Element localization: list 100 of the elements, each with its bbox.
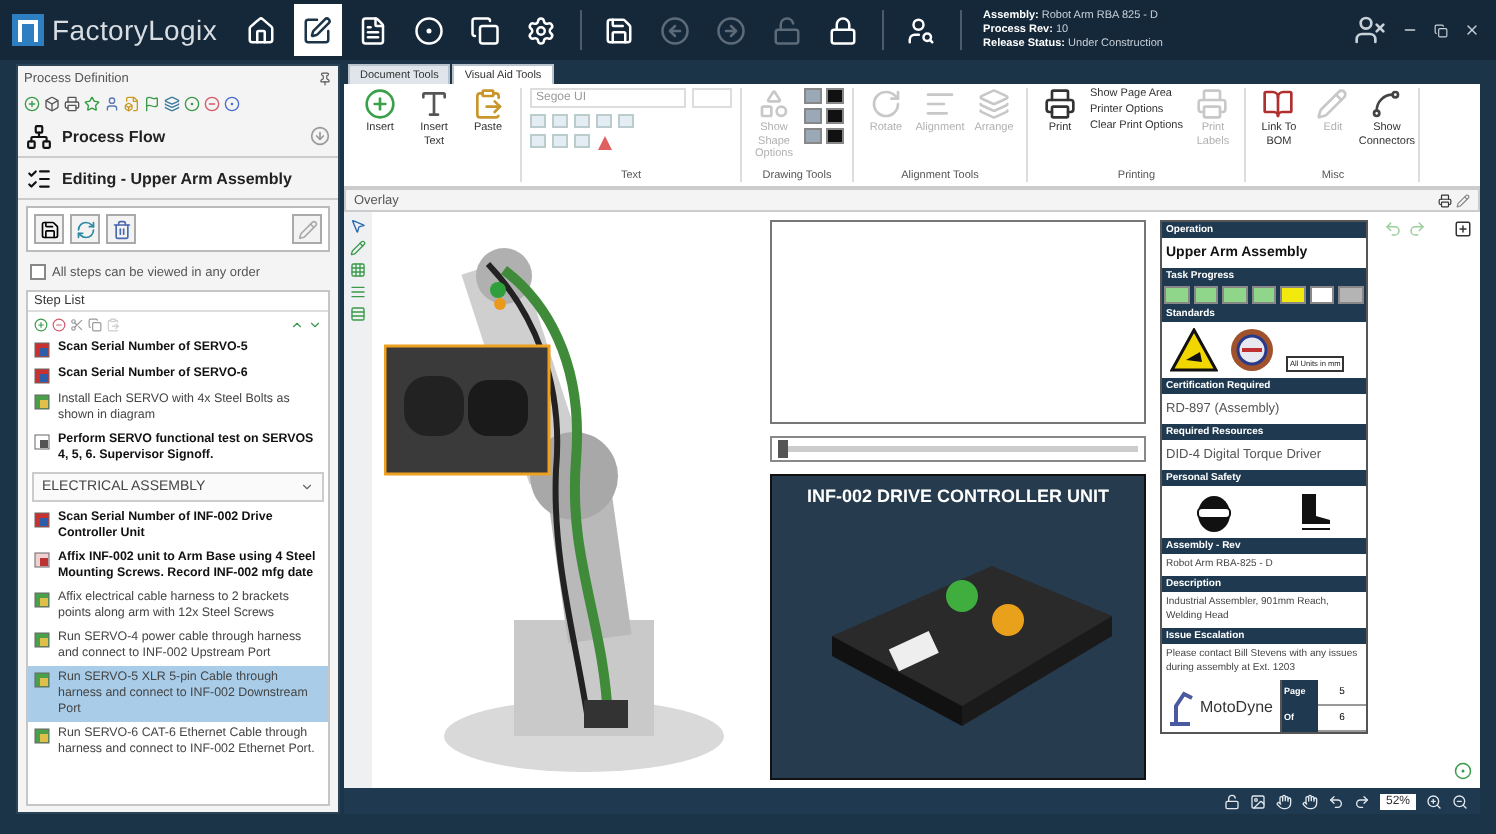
person-icon xyxy=(104,96,120,112)
font-color-icon[interactable] xyxy=(596,134,614,152)
boot-icon xyxy=(1296,492,1332,532)
pencil-icon xyxy=(350,240,366,256)
target-icon xyxy=(414,15,445,45)
restore-button[interactable] xyxy=(1430,23,1452,37)
printer-icon xyxy=(64,96,80,112)
circle-icon xyxy=(224,96,240,112)
copy-icon xyxy=(470,15,501,45)
chevron-down-icon xyxy=(300,480,314,494)
device-title: INF-002 DRIVE CONTROLLER UNIT xyxy=(804,484,1111,510)
redo-icon xyxy=(1408,220,1426,238)
unlock-icon xyxy=(1223,793,1240,809)
app-name: FactoryLogix xyxy=(52,14,218,46)
book-icon xyxy=(1262,88,1295,120)
printer-icon xyxy=(1044,88,1076,120)
section-title: Process Flow xyxy=(62,127,168,145)
note-icon xyxy=(34,434,50,450)
image-icon xyxy=(1249,793,1266,809)
refresh-icon xyxy=(75,219,95,239)
scissors-icon xyxy=(70,317,84,331)
style-swatch-icon[interactable] xyxy=(826,88,844,104)
printer-icon xyxy=(1438,193,1452,207)
text-icon xyxy=(418,88,450,120)
refresh-button[interactable] xyxy=(70,214,100,244)
plus-circle-icon xyxy=(34,317,48,331)
style-swatch-icon[interactable] xyxy=(826,108,844,124)
document-icon xyxy=(34,394,50,410)
label-icon xyxy=(34,552,50,568)
logo-text: MotoDyne xyxy=(1200,697,1273,715)
document-icon xyxy=(34,728,50,744)
redo-icon xyxy=(1353,793,1370,809)
media-slider[interactable] xyxy=(770,436,1146,462)
cube-icon xyxy=(44,96,60,112)
hand-icon xyxy=(1301,793,1318,809)
style-swatch-icon[interactable] xyxy=(804,108,822,124)
edit-icon xyxy=(302,15,333,45)
minus-circle-icon xyxy=(52,317,66,331)
close-icon xyxy=(1464,22,1480,38)
save-icon xyxy=(39,219,59,239)
grid-icon xyxy=(350,262,366,278)
clipboard-icon xyxy=(472,88,504,120)
document-icon xyxy=(358,15,389,45)
lines-icon xyxy=(350,284,366,300)
checkbox[interactable] xyxy=(30,264,46,280)
warning-icon xyxy=(1170,328,1218,372)
settings-icon xyxy=(526,15,557,45)
connector-icon xyxy=(1370,88,1403,120)
paste-icon xyxy=(106,317,120,331)
plus-circle-icon xyxy=(24,96,40,112)
layers-icon xyxy=(164,96,180,112)
style-swatch-icon[interactable] xyxy=(826,128,844,144)
edit-button[interactable] xyxy=(292,214,322,244)
undo-icon xyxy=(1384,220,1402,238)
pencil-icon xyxy=(1456,193,1470,207)
pencil-icon xyxy=(297,219,317,239)
restore-icon xyxy=(1434,23,1448,37)
hierarchy-icon xyxy=(26,123,52,149)
up-icon xyxy=(290,317,304,331)
user-button[interactable] xyxy=(1350,14,1390,46)
user-icon xyxy=(1354,14,1386,46)
hand-icon xyxy=(1275,793,1292,809)
unlock-icon xyxy=(772,15,803,45)
square-icon xyxy=(34,342,50,358)
target-icon xyxy=(1454,762,1472,780)
toolbar-button[interactable] xyxy=(293,4,342,56)
seal-icon xyxy=(1230,328,1274,372)
save-icon xyxy=(604,15,635,45)
lock-icon xyxy=(828,15,859,45)
logo-icon xyxy=(12,14,44,46)
circle-icon xyxy=(184,96,200,112)
home-icon xyxy=(246,15,277,45)
section-title: Editing - Upper Arm Assembly xyxy=(62,169,294,187)
save-button[interactable] xyxy=(34,214,64,244)
style-swatch-icon[interactable] xyxy=(804,88,822,104)
trash-icon xyxy=(111,219,131,239)
back-icon xyxy=(660,15,691,45)
undo-icon xyxy=(1327,793,1344,809)
square-icon xyxy=(34,368,50,384)
down-icon xyxy=(308,317,322,331)
document-icon xyxy=(34,632,50,648)
copy-icon xyxy=(88,317,102,331)
robot-arm-icon xyxy=(1164,686,1196,726)
star-icon xyxy=(84,96,100,112)
pin-icon xyxy=(318,72,332,86)
user-search-icon xyxy=(906,15,937,45)
zoom-in-icon xyxy=(1426,793,1442,809)
slider-thumb[interactable] xyxy=(778,440,788,458)
square-icon xyxy=(34,512,50,528)
rows-icon xyxy=(350,306,366,322)
forward-icon xyxy=(716,15,747,45)
zoom-out-icon xyxy=(1452,793,1468,809)
delete-button[interactable] xyxy=(106,214,136,244)
add-icon xyxy=(1454,220,1472,238)
document-icon xyxy=(34,592,50,608)
download-icon xyxy=(310,126,330,146)
size-field[interactable] xyxy=(692,88,732,108)
flag-icon xyxy=(144,96,160,112)
box-icon xyxy=(124,96,140,112)
style-swatch-icon[interactable] xyxy=(804,128,822,144)
